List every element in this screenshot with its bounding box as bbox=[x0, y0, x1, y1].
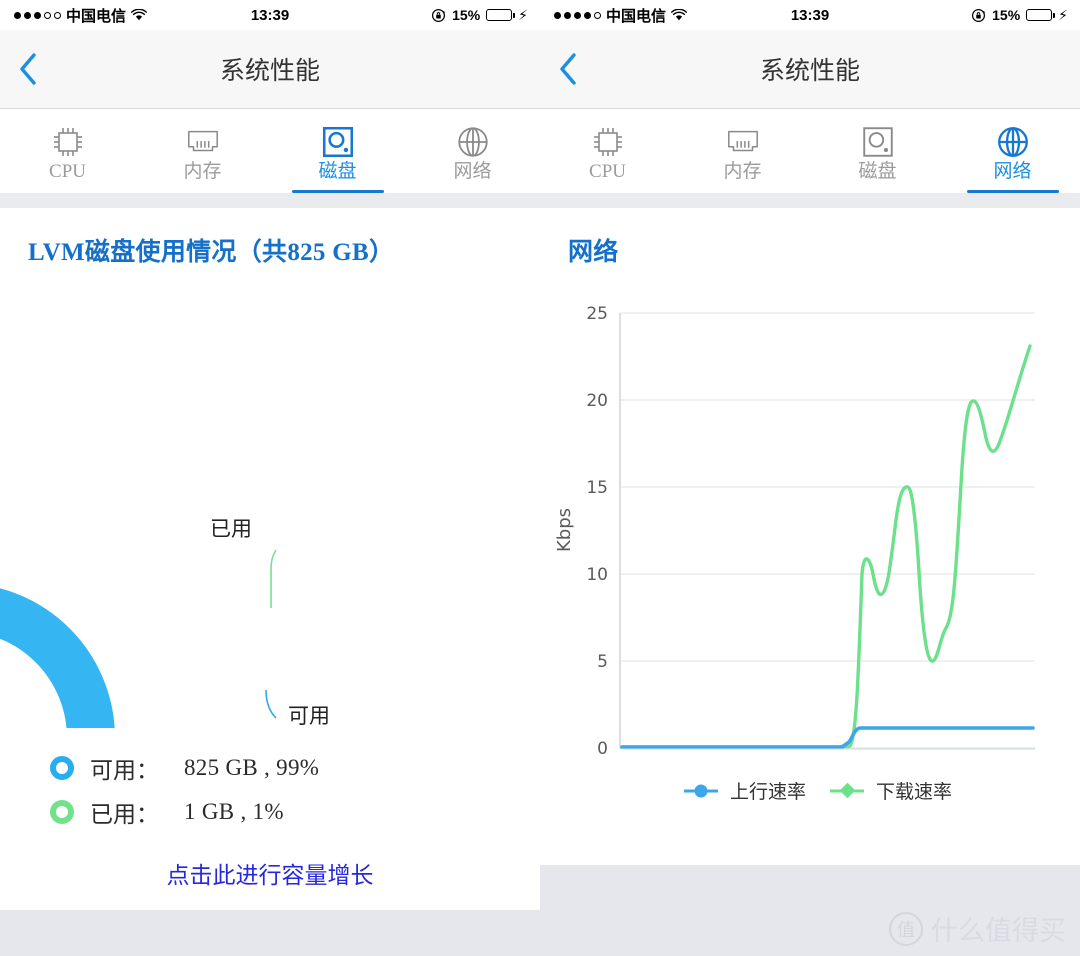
tab-disk[interactable]: 磁盘 bbox=[810, 109, 945, 193]
section-divider bbox=[0, 194, 540, 208]
tab-cpu[interactable]: CPU bbox=[0, 109, 135, 193]
page-title: 系统性能 bbox=[219, 56, 320, 85]
legend-label-download: 下载速率 bbox=[876, 781, 952, 803]
legend-row-free: 可用： 825 GB , 99% bbox=[50, 746, 540, 790]
chart-legend: 上行速率 下载速率 bbox=[684, 781, 952, 803]
legend-name-used: 已用： bbox=[90, 802, 159, 827]
disk-legend-list: 可用： 825 GB , 99% 已用： 1 GB , 1% bbox=[0, 728, 540, 834]
tab-memory[interactable]: 内存 bbox=[675, 109, 810, 193]
svg-text:10: 10 bbox=[586, 565, 608, 585]
status-bar: 中国电信 13:39 15% ⚡ bbox=[540, 0, 1080, 30]
right-footer-bar bbox=[540, 865, 1080, 956]
tab-cpu[interactable]: CPU bbox=[540, 109, 675, 193]
donut-label-used: 已用 bbox=[210, 517, 252, 541]
svg-text:20: 20 bbox=[586, 391, 608, 411]
disk-content: LVM磁盘使用情况（共825 GB） 已用 可用 可用： 825 GB , 99… bbox=[0, 208, 540, 890]
tab-label-network: 网络 bbox=[993, 160, 1032, 182]
svg-text:5: 5 bbox=[597, 652, 608, 672]
tab-label-cpu: CPU bbox=[49, 160, 86, 182]
svg-text:25: 25 bbox=[586, 304, 608, 324]
memory-stick-icon bbox=[725, 124, 761, 160]
battery-icon bbox=[1026, 9, 1056, 21]
tab-memory[interactable]: 内存 bbox=[135, 109, 270, 193]
network-section-title: 网络 bbox=[568, 239, 619, 266]
svg-text:15: 15 bbox=[586, 478, 608, 498]
legend-item-download: 下载速率 bbox=[830, 781, 952, 803]
tab-bar: CPU 内存 磁盘 网络 bbox=[0, 109, 540, 194]
tab-disk[interactable]: 磁盘 bbox=[270, 109, 405, 193]
navigation-bar: 系统性能 bbox=[540, 30, 1080, 109]
disk-donut-chart: 已用 可用 bbox=[0, 268, 540, 728]
tab-bar: CPU 内存 磁盘 网络 bbox=[540, 109, 1080, 194]
donut-label-free: 可用 bbox=[288, 704, 330, 728]
clock-label: 13:39 bbox=[790, 6, 830, 24]
legend-marker-free-icon bbox=[50, 756, 74, 780]
svg-text:0: 0 bbox=[597, 739, 608, 759]
cpu-chip-icon bbox=[590, 124, 626, 160]
section-divider bbox=[540, 194, 1080, 208]
legend-marker-used-icon bbox=[50, 800, 74, 824]
navigation-bar: 系统性能 bbox=[0, 30, 540, 109]
chart-gridlines bbox=[620, 312, 1035, 749]
left-phone-screen: 中国电信 13:39 15% ⚡ 系统性能 CPU 内存 磁盘 网络 LVM磁盘… bbox=[0, 0, 540, 956]
disk-platter-icon bbox=[860, 124, 896, 160]
legend-value-free: 825 GB , 99% bbox=[184, 755, 320, 780]
tab-label-network: 网络 bbox=[453, 160, 492, 182]
left-footer-bar bbox=[0, 910, 540, 956]
disk-platter-icon bbox=[320, 124, 356, 160]
legend-marker-download-icon bbox=[839, 782, 856, 799]
series-line-upload bbox=[620, 726, 1035, 749]
tab-label-disk: 磁盘 bbox=[318, 160, 357, 182]
series-line-download bbox=[620, 344, 1032, 749]
tab-label-disk: 磁盘 bbox=[858, 160, 897, 182]
network-content: 网络 25 20 15 10 5 0 Kbps 上行速率 下载速率 bbox=[540, 208, 1080, 868]
legend-item-upload: 上行速率 bbox=[684, 781, 806, 803]
capacity-grow-link[interactable]: 点击此进行容量增长 bbox=[0, 834, 540, 890]
tab-network[interactable]: 网络 bbox=[945, 109, 1080, 193]
status-bar: 中国电信 13:39 15% ⚡ bbox=[0, 0, 540, 30]
legend-label-upload: 上行速率 bbox=[730, 781, 806, 803]
legend-row-used: 已用： 1 GB , 1% bbox=[50, 790, 540, 834]
memory-stick-icon bbox=[185, 124, 221, 160]
network-line-chart: 25 20 15 10 5 0 Kbps 上行速率 下载速率 bbox=[540, 268, 1080, 868]
tab-label-cpu: CPU bbox=[589, 160, 626, 182]
tab-label-memory: 内存 bbox=[183, 160, 222, 182]
chart-y-axis-title: Kbps bbox=[554, 508, 575, 552]
page-title: 系统性能 bbox=[759, 56, 860, 85]
tab-network[interactable]: 网络 bbox=[405, 109, 540, 193]
chart-y-tick-labels: 25 20 15 10 5 0 bbox=[586, 304, 608, 759]
right-phone-screen: 中国电信 13:39 15% ⚡ 系统性能 CPU 内存 磁盘 网络 网络 25… bbox=[540, 0, 1080, 956]
legend-marker-upload-icon bbox=[694, 784, 708, 798]
clock-label: 13:39 bbox=[250, 6, 290, 24]
tab-label-memory: 内存 bbox=[723, 160, 762, 182]
legend-name-free: 可用： bbox=[90, 758, 159, 783]
dual-screenshot-container: 中国电信 13:39 15% ⚡ 系统性能 CPU 内存 磁盘 网络 LVM磁盘… bbox=[0, 0, 1080, 956]
disk-section-title: LVM磁盘使用情况（共825 GB） bbox=[28, 239, 395, 266]
globe-icon bbox=[995, 124, 1031, 160]
legend-value-used: 1 GB , 1% bbox=[184, 799, 284, 824]
cpu-chip-icon bbox=[50, 124, 86, 160]
battery-icon bbox=[486, 9, 516, 21]
globe-icon bbox=[455, 124, 491, 160]
